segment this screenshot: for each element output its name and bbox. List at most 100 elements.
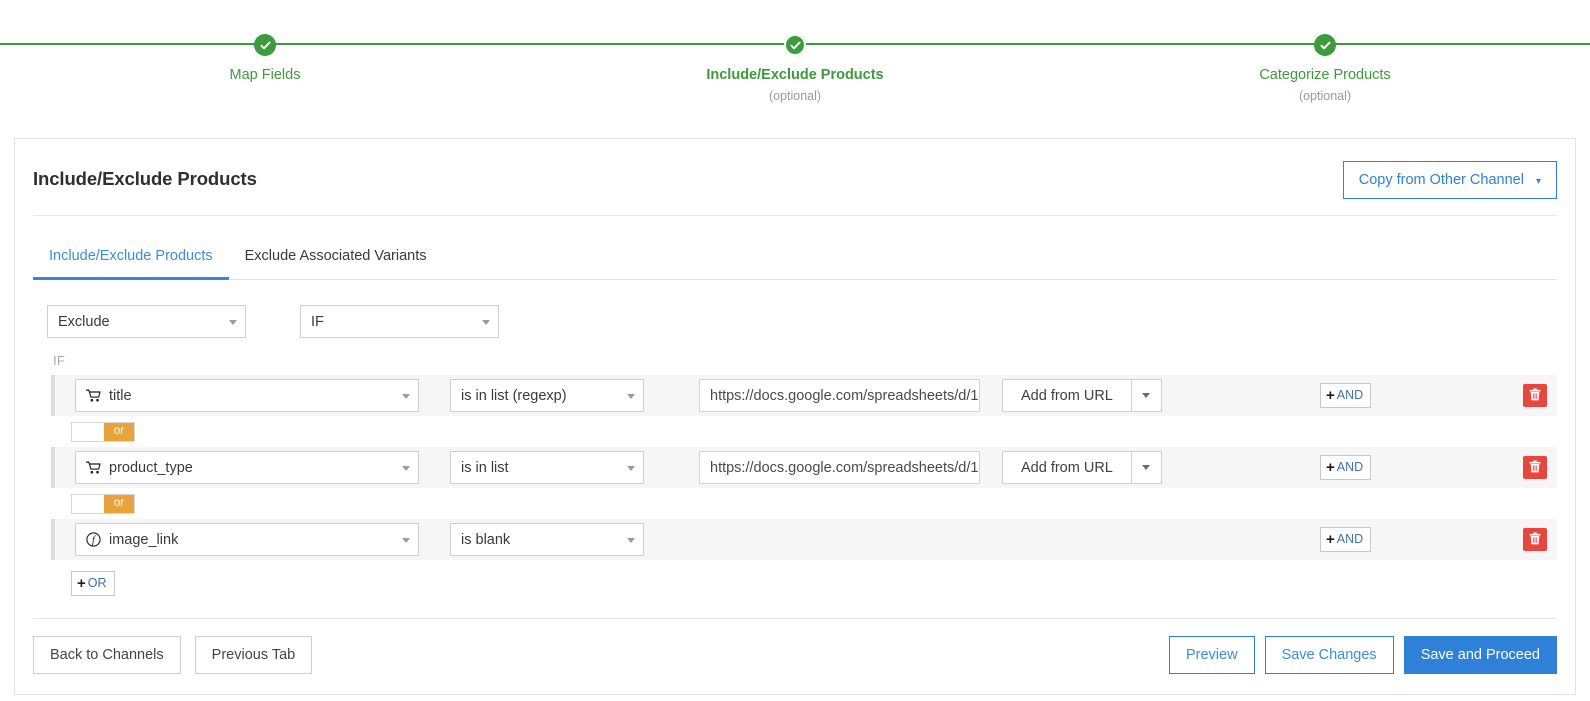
stepper-step-label: Categorize Products bbox=[1259, 67, 1390, 84]
plus-icon: + bbox=[1326, 388, 1335, 403]
rule-operator-select[interactable]: is in list bbox=[450, 451, 644, 484]
delete-rule-button[interactable] bbox=[1523, 384, 1547, 407]
chevron-down-icon: ▾ bbox=[1536, 176, 1541, 187]
delete-rule-wrapper bbox=[1523, 384, 1547, 407]
rule-field-select[interactable]: title bbox=[75, 379, 419, 412]
rule-field-value: title bbox=[109, 388, 132, 404]
rule-row: product_type is in list https://docs.goo… bbox=[51, 447, 1557, 488]
stepper-step-categorize-products[interactable]: Categorize Products (optional) bbox=[1060, 34, 1590, 120]
trash-icon bbox=[1529, 388, 1541, 404]
plus-icon: + bbox=[77, 576, 86, 591]
add-and-label: AND bbox=[1337, 389, 1363, 402]
delete-rule-button[interactable] bbox=[1523, 456, 1547, 479]
chevron-down-icon bbox=[1142, 393, 1150, 398]
rule-list: title is in list (regexp) https://docs.g… bbox=[15, 368, 1575, 596]
svg-text:f: f bbox=[92, 535, 96, 546]
rule-operator-select[interactable]: is in list (regexp) bbox=[450, 379, 644, 412]
function-icon: f bbox=[86, 532, 101, 547]
card-footer: Back to Channels Previous Tab Preview Sa… bbox=[15, 619, 1575, 694]
or-toggle-label: or bbox=[104, 495, 134, 513]
stepper-step-optional: (optional) bbox=[769, 89, 821, 104]
rule-operator-value: is in list (regexp) bbox=[461, 388, 567, 404]
delete-rule-wrapper bbox=[1523, 528, 1547, 551]
chevron-down-icon bbox=[627, 538, 635, 543]
add-and-label: AND bbox=[1337, 533, 1363, 546]
rule-field-value: image_link bbox=[109, 532, 178, 548]
back-to-channels-button[interactable]: Back to Channels bbox=[33, 636, 181, 674]
add-from-url-split-button: Add from URL bbox=[1002, 451, 1162, 484]
action-select-value: Exclude bbox=[58, 314, 110, 330]
filter-action-row: Exclude IF bbox=[15, 280, 1575, 338]
chevron-down-icon bbox=[1142, 465, 1150, 470]
chevron-down-icon bbox=[402, 394, 410, 399]
rule-row: title is in list (regexp) https://docs.g… bbox=[51, 375, 1557, 416]
or-toggle-wrapper: or bbox=[71, 416, 1575, 447]
add-from-url-split-button: Add from URL bbox=[1002, 379, 1162, 412]
copy-from-other-channel-button[interactable]: Copy from Other Channel ▾ bbox=[1343, 161, 1557, 199]
add-or-label: OR bbox=[88, 577, 107, 590]
rule-value-input[interactable]: https://docs.google.com/spreadsheets/d/1 bbox=[699, 451, 980, 484]
page-title: Include/Exclude Products bbox=[33, 161, 257, 190]
add-and-condition-button[interactable]: + AND bbox=[1320, 527, 1371, 552]
add-and-wrapper: + AND bbox=[1320, 527, 1371, 552]
or-toggle-knob bbox=[72, 423, 104, 441]
card-header: Include/Exclude Products Copy from Other… bbox=[15, 139, 1575, 199]
plus-icon: + bbox=[1326, 460, 1335, 475]
or-toggle[interactable]: or bbox=[71, 494, 135, 514]
save-and-proceed-button[interactable]: Save and Proceed bbox=[1404, 636, 1557, 674]
shopping-cart-icon bbox=[86, 461, 101, 475]
footer-right-buttons: Preview Save Changes Save and Proceed bbox=[1169, 636, 1557, 674]
condition-group-label: IF bbox=[15, 338, 1575, 368]
trash-icon bbox=[1529, 532, 1541, 548]
stepper-step-label: Include/Exclude Products bbox=[706, 67, 883, 84]
rule-field-select[interactable]: product_type bbox=[75, 451, 419, 484]
add-and-wrapper: + AND bbox=[1320, 455, 1371, 480]
tab-bar: Include/Exclude Products Exclude Associa… bbox=[33, 238, 1557, 280]
delete-rule-button[interactable] bbox=[1523, 528, 1547, 551]
chevron-down-icon bbox=[402, 466, 410, 471]
header-divider bbox=[33, 215, 1557, 216]
copy-from-other-channel-label: Copy from Other Channel bbox=[1359, 172, 1524, 188]
stepper-step-optional: (optional) bbox=[1299, 89, 1351, 104]
or-toggle[interactable]: or bbox=[71, 422, 135, 442]
rule-row: f image_link is blank + AND bbox=[51, 519, 1557, 560]
tab-include-exclude-products[interactable]: Include/Exclude Products bbox=[33, 238, 229, 280]
stepper-step-include-exclude-products[interactable]: Include/Exclude Products (optional) bbox=[530, 34, 1060, 120]
add-from-url-button[interactable]: Add from URL bbox=[1002, 451, 1132, 484]
preview-button[interactable]: Preview bbox=[1169, 636, 1255, 674]
add-from-url-dropdown-toggle[interactable] bbox=[1132, 379, 1162, 412]
stepper-step-map-fields[interactable]: Map Fields bbox=[0, 34, 530, 120]
rule-value-input[interactable]: https://docs.google.com/spreadsheets/d/1 bbox=[699, 379, 980, 412]
check-circle-icon bbox=[254, 34, 276, 56]
rule-operator-value: is blank bbox=[461, 532, 510, 548]
trash-icon bbox=[1529, 460, 1541, 476]
or-toggle-knob bbox=[72, 495, 104, 513]
rule-operator-value: is in list bbox=[461, 460, 509, 476]
delete-rule-wrapper bbox=[1523, 456, 1547, 479]
condition-select[interactable]: IF bbox=[300, 305, 499, 338]
add-and-condition-button[interactable]: + AND bbox=[1320, 455, 1371, 480]
add-from-url-button[interactable]: Add from URL bbox=[1002, 379, 1132, 412]
plus-icon: + bbox=[1326, 532, 1335, 547]
previous-tab-button[interactable]: Previous Tab bbox=[195, 636, 313, 674]
add-and-condition-button[interactable]: + AND bbox=[1320, 383, 1371, 408]
wizard-stepper: Map Fields Include/Exclude Products (opt… bbox=[0, 0, 1590, 120]
check-circle-icon bbox=[1314, 34, 1336, 56]
include-exclude-products-card: Include/Exclude Products Copy from Other… bbox=[14, 138, 1576, 695]
add-and-wrapper: + AND bbox=[1320, 383, 1371, 408]
chevron-down-icon bbox=[402, 538, 410, 543]
rule-field-select[interactable]: f image_link bbox=[75, 523, 419, 556]
shopping-cart-icon bbox=[86, 389, 101, 403]
add-and-label: AND bbox=[1337, 461, 1363, 474]
rule-field-value: product_type bbox=[109, 460, 193, 476]
chevron-down-icon bbox=[627, 394, 635, 399]
tab-exclude-associated-variants[interactable]: Exclude Associated Variants bbox=[229, 238, 443, 280]
or-toggle-wrapper: or bbox=[71, 488, 1575, 519]
save-changes-button[interactable]: Save Changes bbox=[1265, 636, 1394, 674]
add-or-group-button[interactable]: + OR bbox=[71, 571, 115, 596]
action-select[interactable]: Exclude bbox=[47, 305, 246, 338]
stepper-step-label: Map Fields bbox=[230, 67, 301, 84]
rule-operator-select[interactable]: is blank bbox=[450, 523, 644, 556]
check-circle-ring-icon bbox=[784, 34, 806, 56]
add-from-url-dropdown-toggle[interactable] bbox=[1132, 451, 1162, 484]
